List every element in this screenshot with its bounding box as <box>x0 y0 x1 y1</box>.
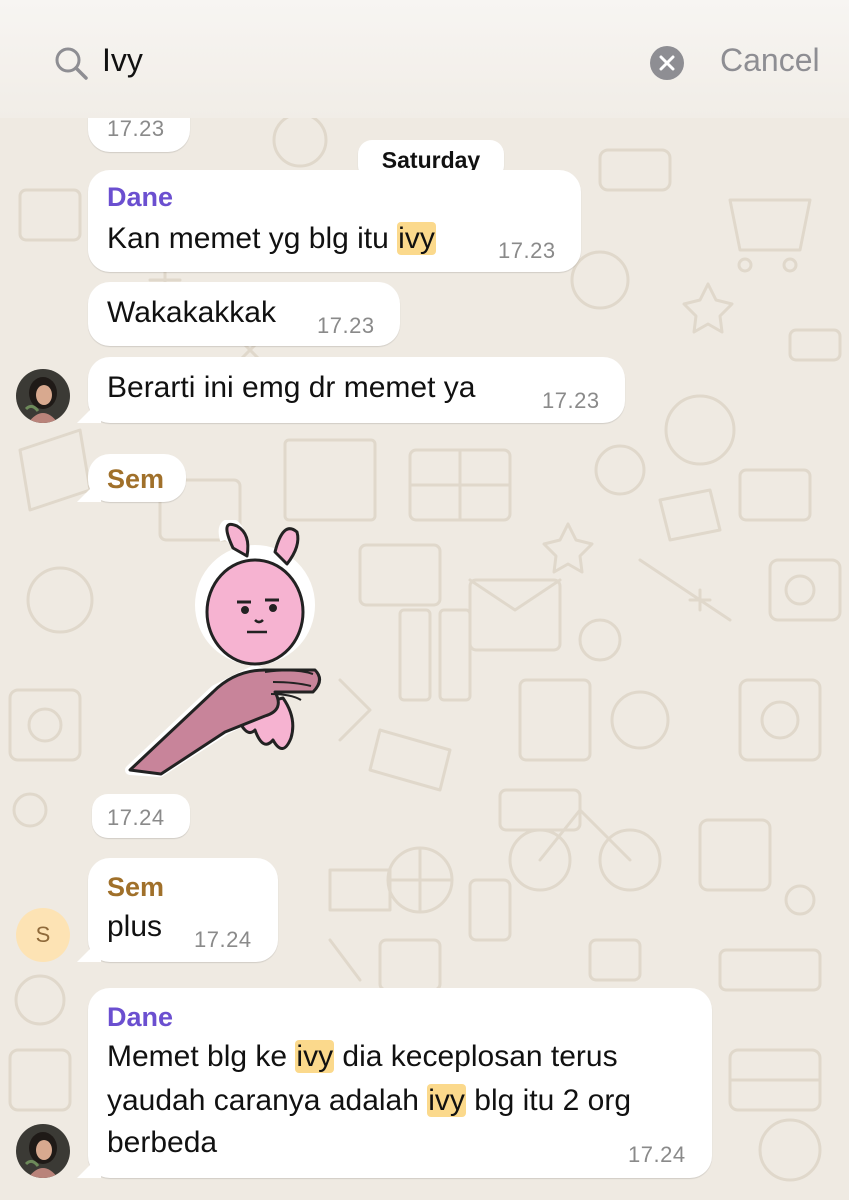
sticker-time-pill: 17.24 <box>92 794 190 838</box>
search-highlight: ivy <box>427 1084 466 1117</box>
message-text-line: berbeda <box>107 1126 218 1159</box>
search-highlight: ivy <box>295 1040 335 1073</box>
pink-bunny-sticker[interactable] <box>125 520 330 780</box>
search-icon <box>55 47 88 80</box>
avatar-photo[interactable] <box>16 1124 70 1178</box>
clear-icon <box>659 55 675 71</box>
search-input[interactable]: Ivy <box>102 42 143 79</box>
sender-label-bubble: Sem <box>88 454 186 502</box>
cancel-button[interactable]: Cancel <box>720 42 820 79</box>
message-time: 17.24 <box>107 805 165 830</box>
message-time: 17.24 <box>194 927 252 952</box>
sender-name: Dane <box>107 182 174 212</box>
clear-search-button[interactable] <box>650 46 684 80</box>
message-bubble[interactable]: Sem plus 17.24 <box>88 858 278 962</box>
sender-name: Dane <box>107 1002 174 1032</box>
avatar-photo[interactable] <box>16 369 70 423</box>
message-text: plus <box>107 910 163 943</box>
message-text: Berarti ini emg dr memet ya <box>107 371 476 404</box>
message-time: 17.23 <box>317 313 375 338</box>
message-text-line: yaudah caranya adalah ivy blg itu 2 org <box>107 1084 632 1117</box>
message-time: 17.23 <box>498 238 556 263</box>
search-highlight: ivy <box>397 222 436 255</box>
message-time: 17.23 <box>542 388 600 413</box>
message-bubble[interactable]: Wakakakkak 17.23 <box>88 282 400 346</box>
message-text: Wakakakkak <box>107 296 276 329</box>
message-time: 17.24 <box>628 1142 686 1167</box>
message-text-line: Memet blg ke ivy dia keceplosan terus <box>107 1040 618 1073</box>
avatar-initial[interactable]: S <box>16 908 70 962</box>
message-bubble[interactable]: Dane Kan memet yg blg itu ivy 17.23 <box>88 170 581 272</box>
sender-name: Sem <box>107 872 165 902</box>
message-time: 17.23 <box>107 116 165 141</box>
search-bar: Ivy Cancel <box>0 0 849 118</box>
sender-name: Sem <box>107 464 165 494</box>
message-text: Kan memet yg blg itu ivy <box>107 222 436 255</box>
message-bubble[interactable]: Berarti ini emg dr memet ya 17.23 <box>88 357 625 423</box>
message-bubble[interactable]: Dane Memet blg ke ivy dia keceplosan ter… <box>88 988 712 1178</box>
